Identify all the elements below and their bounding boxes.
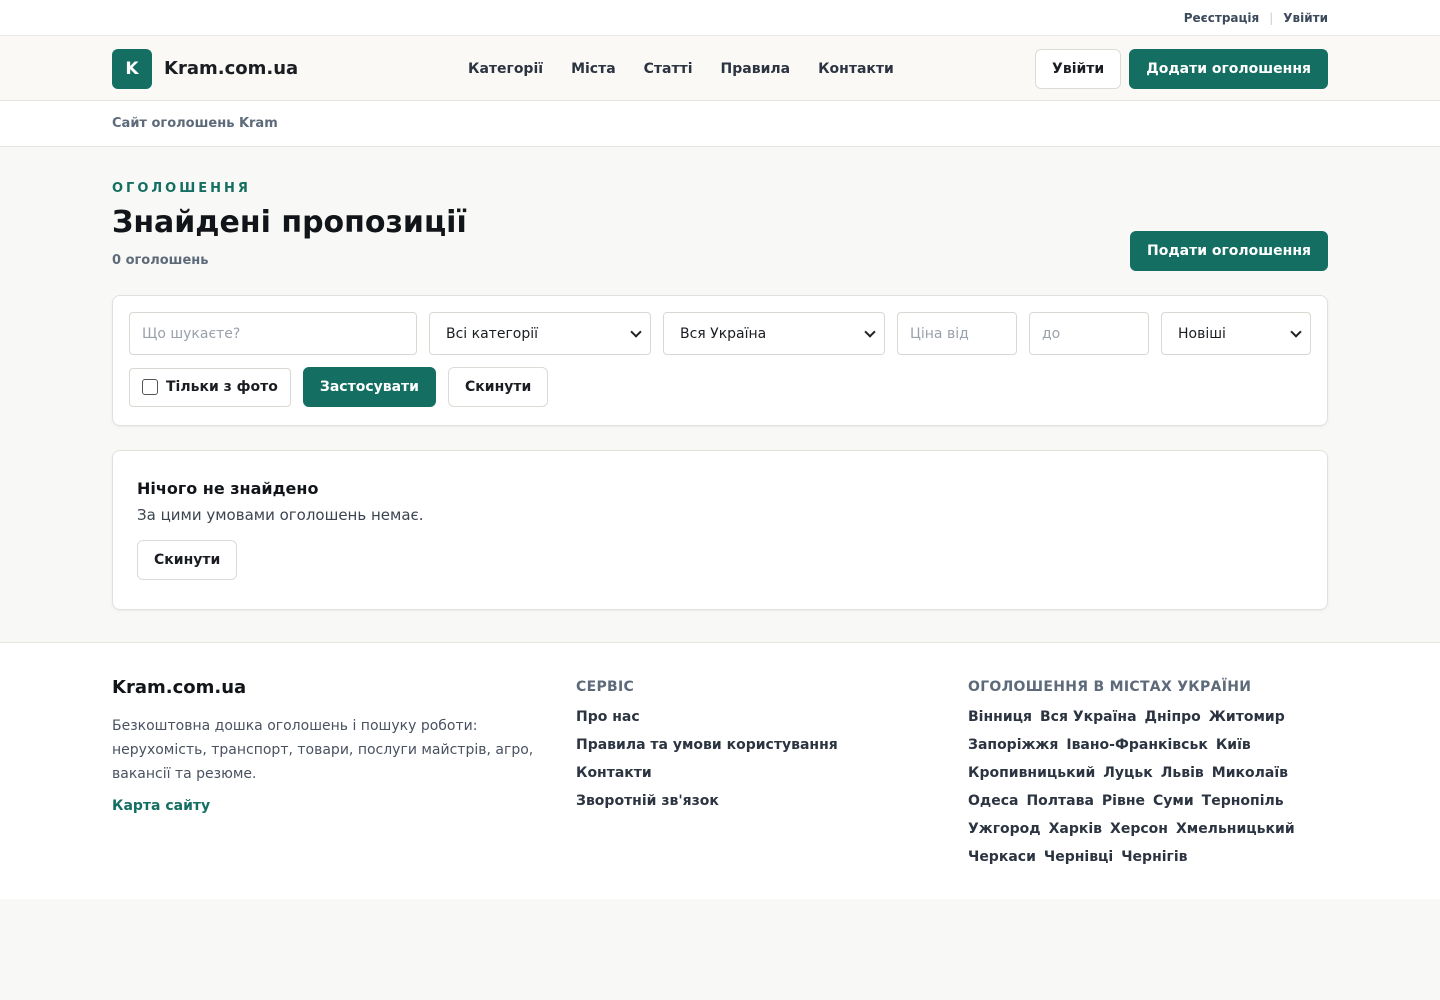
main-nav: Категорії Міста Статті Правила Контакти: [468, 61, 894, 77]
city-link[interactable]: Миколаїв: [1212, 759, 1288, 787]
region-select-value: Вся Україна: [680, 325, 767, 342]
header-actions: Увійти Додати оголошення: [1035, 48, 1328, 89]
city-link[interactable]: Одеса: [968, 787, 1018, 815]
city-link[interactable]: Вся Україна: [1040, 703, 1137, 731]
city-link[interactable]: Суми: [1153, 787, 1194, 815]
region-select[interactable]: Вся Україна: [663, 312, 885, 355]
city-link[interactable]: Кропивницький: [968, 759, 1095, 787]
city-links: Вінниця Вся Україна Дніпро Житомир Запор…: [968, 703, 1328, 871]
search-input[interactable]: [142, 325, 404, 342]
empty-state-title: Нічого не знайдено: [137, 479, 319, 498]
utility-bar: Реєстрація | Увійти: [0, 0, 1440, 36]
apply-filters-button[interactable]: Застосувати: [302, 367, 436, 407]
nav-contacts[interactable]: Контакти: [818, 61, 894, 77]
breadcrumb-bar: Сайт оголошень Kram: [0, 101, 1440, 147]
city-link[interactable]: Рівне: [1102, 787, 1145, 815]
footer-description: Безкоштовна дошка оголошень і пошуку роб…: [112, 718, 534, 782]
city-link[interactable]: Ужгород: [968, 815, 1041, 843]
site-header: K Kram.com.ua Категорії Міста Статті Пра…: [0, 36, 1440, 101]
empty-reset-button[interactable]: Скинути: [137, 540, 238, 580]
login-button[interactable]: Увійти: [1035, 48, 1122, 89]
nav-articles[interactable]: Статті: [644, 61, 693, 77]
sitemap-link[interactable]: Карта сайту: [112, 798, 210, 814]
city-link[interactable]: Київ: [1216, 731, 1251, 759]
feedback-link[interactable]: Зворотній зв'язок: [576, 787, 968, 815]
price-from-field[interactable]: [897, 312, 1017, 355]
site-footer: Kram.com.ua Безкоштовна дошка оголошень …: [0, 642, 1440, 899]
nav-cities[interactable]: Міста: [571, 61, 616, 77]
logo-mark-icon: K: [112, 48, 152, 89]
reset-filters-button[interactable]: Скинути: [447, 367, 549, 407]
photo-only-checkbox[interactable]: [142, 379, 158, 395]
category-select-value: Всі категорії: [446, 325, 539, 342]
submit-listing-button[interactable]: Подати оголошення: [1129, 231, 1328, 271]
add-listing-button[interactable]: Додати оголошення: [1129, 48, 1328, 89]
chevron-down-icon: [1290, 325, 1302, 338]
site-logo[interactable]: K Kram.com.ua: [112, 48, 452, 89]
nav-categories[interactable]: Категорії: [468, 61, 543, 77]
page-header: ОГОЛОШЕННЯ Знайдені пропозиції 0 оголоше…: [112, 147, 1328, 295]
empty-state: Нічого не знайдено За цими умовами оголо…: [112, 450, 1328, 610]
category-select[interactable]: Всі категорії: [429, 312, 651, 355]
nav-rules[interactable]: Правила: [721, 61, 791, 77]
city-link[interactable]: Тернопіль: [1202, 787, 1284, 815]
city-link[interactable]: Івано-Франківськ: [1066, 731, 1207, 759]
register-link[interactable]: Реєстрація: [1184, 11, 1260, 25]
about-link[interactable]: Про нас: [576, 703, 968, 731]
city-link[interactable]: Вінниця: [968, 703, 1032, 731]
chevron-down-icon: [630, 325, 642, 338]
city-link[interactable]: Львів: [1161, 759, 1204, 787]
cities-heading: ОГОЛОШЕННЯ В МІСТАХ УКРАЇНИ: [968, 679, 1252, 695]
footer-service: СЕРВІС Про нас Правила та умови користув…: [576, 677, 968, 871]
page-title: Знайдені пропозиції: [112, 205, 467, 240]
city-link[interactable]: Полтава: [1026, 787, 1093, 815]
photo-only-toggle[interactable]: Тільки з фото: [129, 367, 291, 407]
sort-select-value: Новіші: [1178, 325, 1226, 342]
main-content: ОГОЛОШЕННЯ Знайдені пропозиції 0 оголоше…: [112, 147, 1328, 610]
chevron-down-icon: [864, 325, 876, 338]
filter-panel: Всі категорії Вся Україна Новіші Тільки …: [112, 295, 1328, 426]
service-links: Про нас Правила та умови користування Ко…: [576, 703, 968, 815]
top-login-link[interactable]: Увійти: [1283, 11, 1328, 25]
city-link[interactable]: Чернігів: [1121, 843, 1187, 871]
results-count: 0 оголошень: [112, 253, 209, 268]
section-eyebrow: ОГОЛОШЕННЯ: [112, 181, 251, 196]
city-link[interactable]: Чернівці: [1044, 843, 1113, 871]
city-link[interactable]: Хмельницький: [1176, 815, 1295, 843]
search-field[interactable]: [129, 312, 417, 355]
breadcrumb[interactable]: Сайт оголошень Kram: [112, 116, 278, 131]
city-link[interactable]: Дніпро: [1145, 703, 1201, 731]
empty-state-text: За цими умовами оголошень немає.: [137, 506, 424, 524]
logo-text: Kram.com.ua: [164, 58, 299, 79]
footer-about: Kram.com.ua Безкоштовна дошка оголошень …: [112, 677, 576, 871]
price-to-input[interactable]: [1042, 325, 1136, 342]
price-to-field[interactable]: [1029, 312, 1149, 355]
city-link[interactable]: Житомир: [1209, 703, 1285, 731]
photo-only-label: Тільки з фото: [166, 379, 278, 395]
utility-separator: |: [1269, 11, 1274, 25]
city-link[interactable]: Черкаси: [968, 843, 1036, 871]
city-link[interactable]: Харків: [1049, 815, 1102, 843]
city-link[interactable]: Херсон: [1110, 815, 1168, 843]
city-link[interactable]: Запоріжжя: [968, 731, 1058, 759]
terms-link[interactable]: Правила та умови користування: [576, 731, 968, 759]
footer-cities: ОГОЛОШЕННЯ В МІСТАХ УКРАЇНИ Вінниця Вся …: [968, 677, 1328, 871]
footer-brand: Kram.com.ua: [112, 677, 247, 698]
service-heading: СЕРВІС: [576, 679, 635, 695]
footer-contacts-link[interactable]: Контакти: [576, 759, 968, 787]
city-link[interactable]: Луцьк: [1103, 759, 1153, 787]
price-from-input[interactable]: [910, 325, 1004, 342]
sort-select[interactable]: Новіші: [1161, 312, 1311, 355]
